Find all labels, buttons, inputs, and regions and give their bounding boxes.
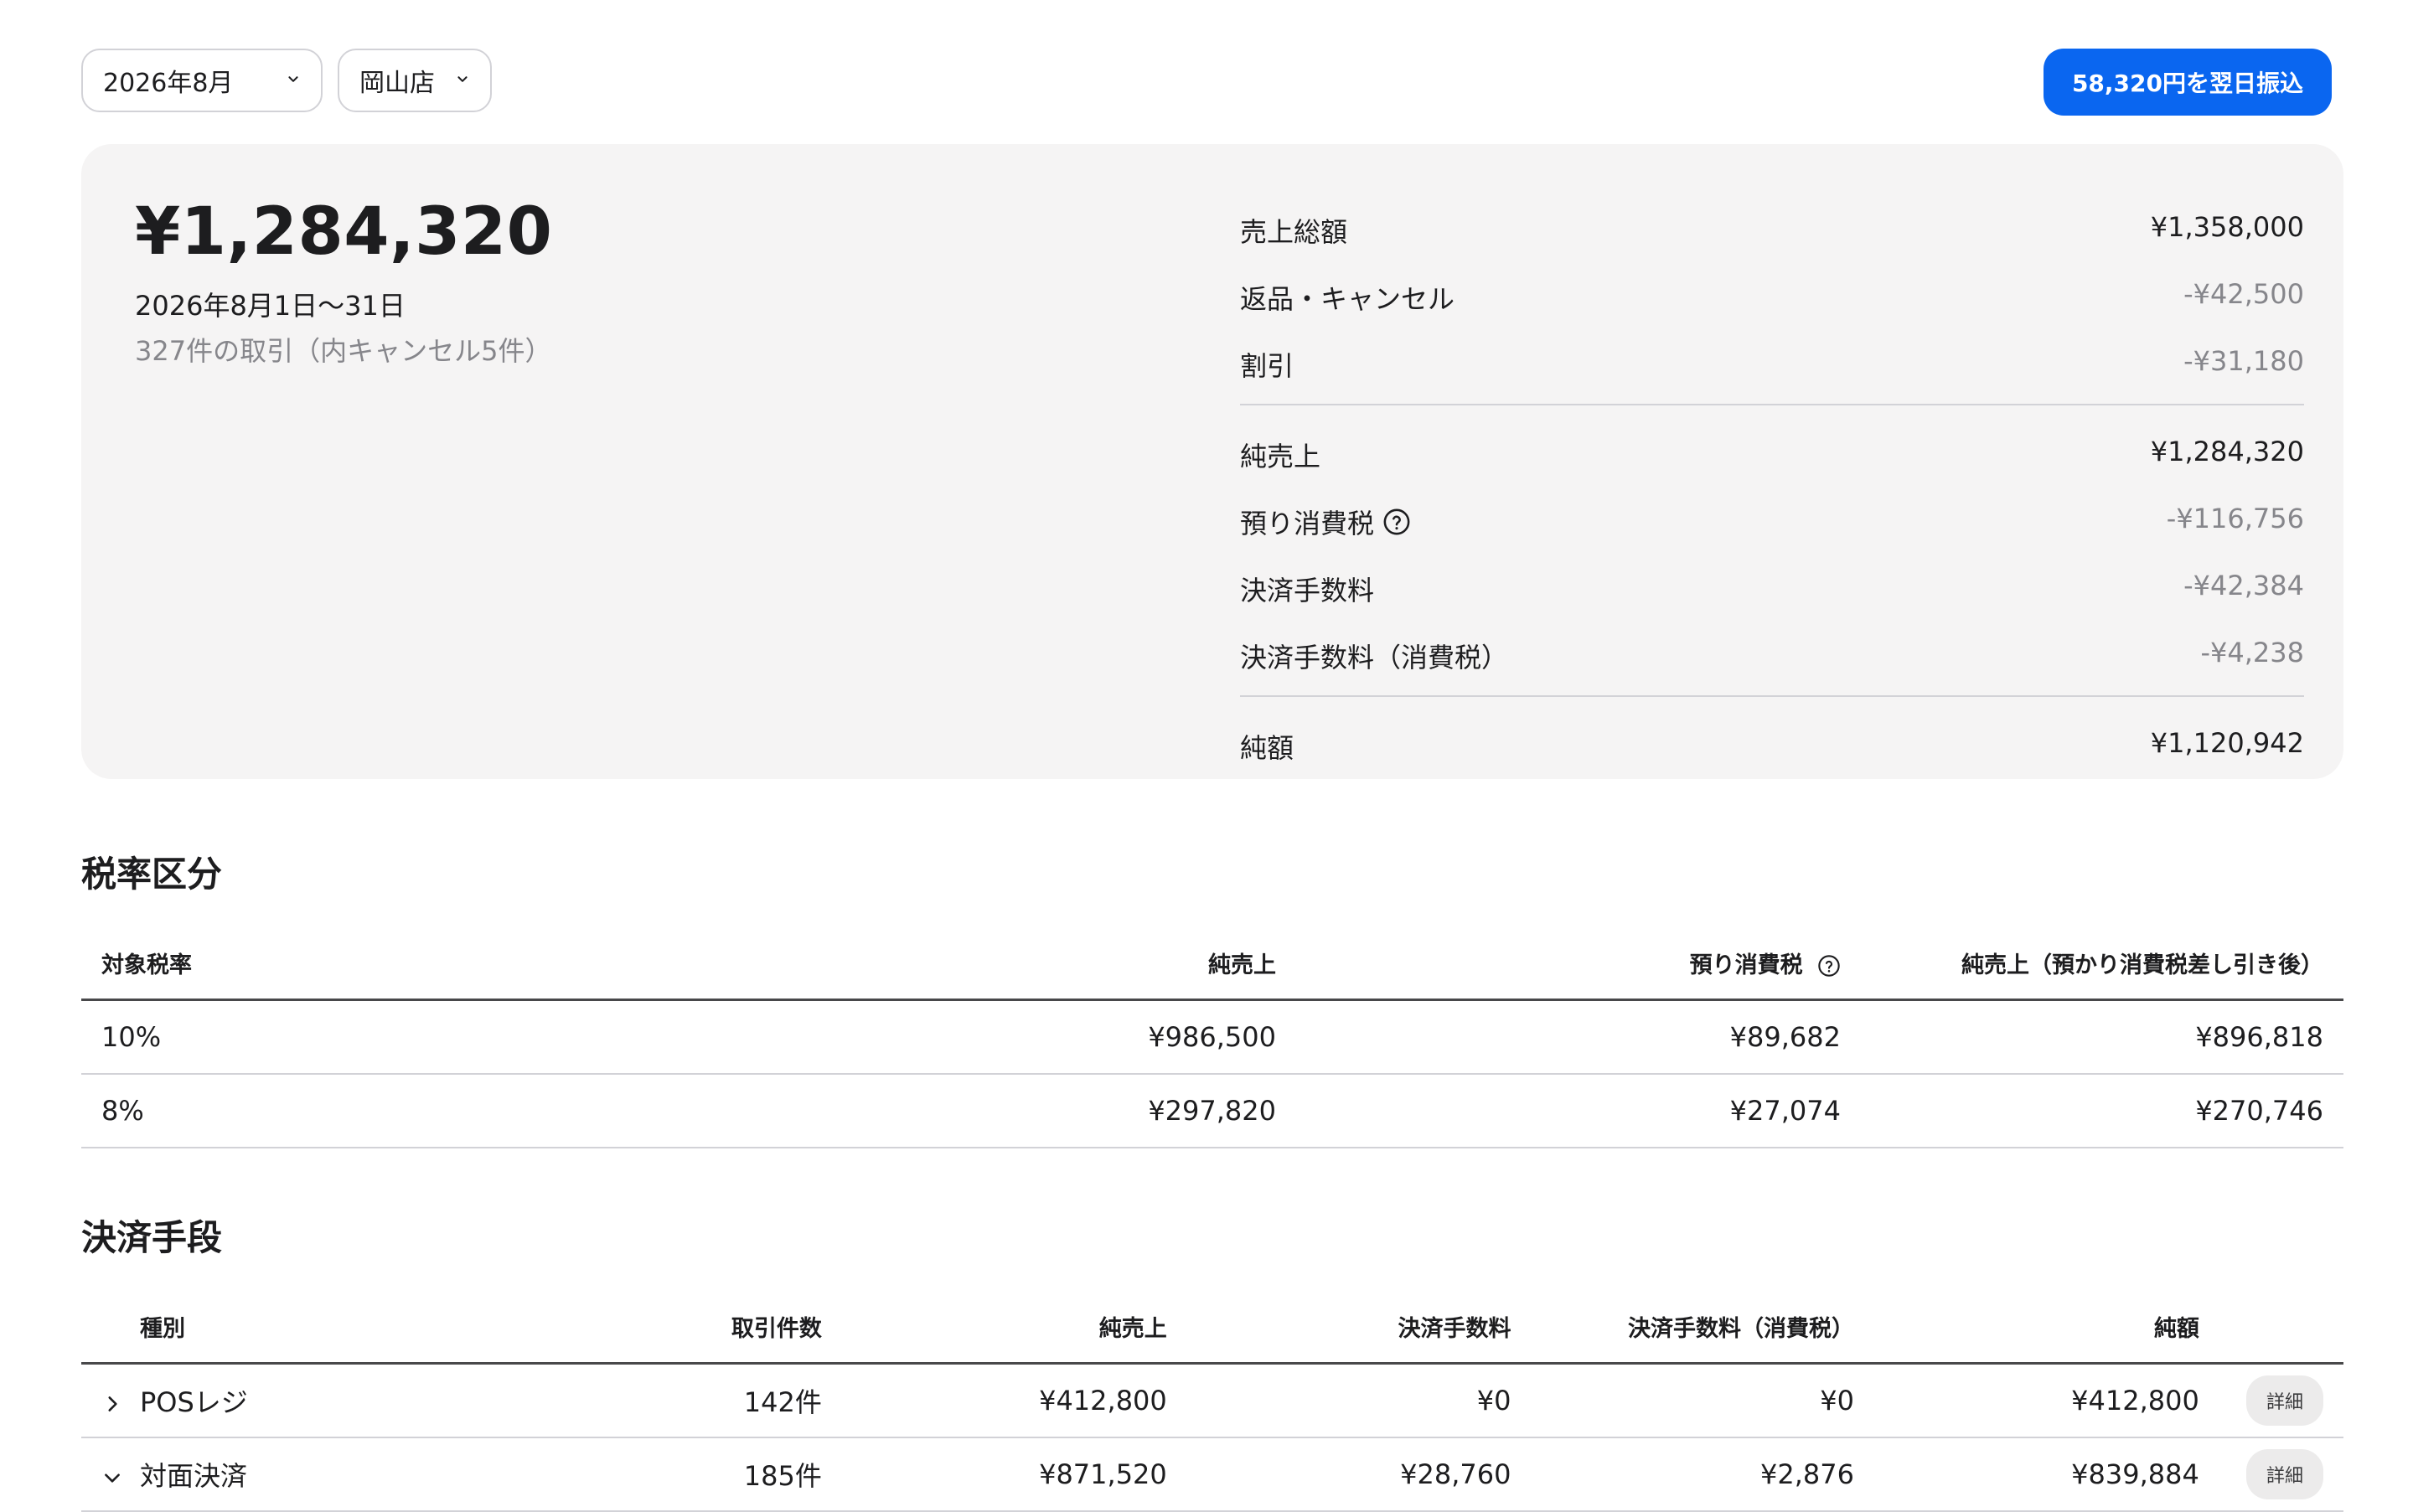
- breakdown-divider: [1240, 695, 2304, 697]
- breakdown-value: -¥116,756: [2166, 503, 2304, 534]
- breakdown-row-gross-sales: 売上総額 ¥1,358,000: [1240, 196, 2304, 263]
- table-cell: 142件: [497, 1363, 842, 1438]
- question-circle-icon[interactable]: [1382, 508, 1411, 536]
- table-cell: ¥412,800: [841, 1363, 1187, 1438]
- question-circle-icon[interactable]: [1817, 954, 1841, 978]
- table-cell-action: 詳細: [2219, 1363, 2343, 1438]
- table-header-row: 種別 取引件数 純売上 決済手数料 決済手数料（消費税） 純額: [81, 1290, 2343, 1365]
- breakdown-value: ¥1,120,942: [2150, 727, 2304, 759]
- breakdown-row-net-sales: 純売上 ¥1,284,320: [1240, 421, 2304, 488]
- table-row[interactable]: 対面決済 185件 ¥871,520 ¥28,760 ¥2,876 ¥839,8…: [81, 1437, 2343, 1512]
- sales-report-page: 2026年8月 岡山店 58,320円を翌日振込 ¥1,284,320 2026…: [0, 0, 2413, 1512]
- table-cell: ¥986,500: [458, 999, 1296, 1075]
- chevron-right-icon[interactable]: [101, 1393, 123, 1415]
- breakdown-value: ¥1,358,000: [2150, 211, 2304, 243]
- breakdown-label: 決済手数料（消費税）: [1240, 642, 1509, 673]
- column-header: 純売上: [458, 926, 1296, 1001]
- month-select-value: 2026年8月: [103, 69, 234, 98]
- table-header-row: 対象税率 純売上 預り消費税 純売上（預かり消費税差し引き後）: [81, 926, 2343, 1001]
- table-cell: ¥27,074: [1296, 1074, 1861, 1148]
- breakdown-row-returns: 返品・キャンセル -¥42,500: [1240, 263, 2304, 330]
- column-header-empty: [2219, 1290, 2343, 1365]
- payment-type-label: 対面決済: [140, 1460, 248, 1492]
- table-row: 8% ¥297,820 ¥27,074 ¥270,746: [81, 1074, 2343, 1148]
- breakdown-row-discount: 割引 -¥31,180: [1240, 330, 2304, 397]
- breakdown-label: 決済手数料: [1240, 575, 1375, 606]
- table-cell: ¥871,520: [841, 1437, 1187, 1512]
- table-cell: ¥270,746: [1861, 1074, 2343, 1148]
- table-cell: ¥0: [1186, 1363, 1532, 1438]
- report-period: 2026年8月1日〜31日: [135, 290, 406, 322]
- payment-type-cell: 対面決済: [81, 1437, 498, 1512]
- breakdown-label: 割引: [1240, 350, 1294, 382]
- detail-button[interactable]: 詳細: [2245, 1375, 2323, 1426]
- next-day-transfer-button[interactable]: 58,320円を翌日振込: [2043, 49, 2332, 116]
- payment-type-cell: POSレジ: [81, 1363, 498, 1438]
- detail-button[interactable]: 詳細: [2245, 1449, 2323, 1499]
- summary-card: ¥1,284,320 2026年8月1日〜31日 327件の取引（内キャンセル5…: [81, 144, 2343, 779]
- table-cell: 10%: [81, 999, 458, 1075]
- breakdown-row-net-amount: 純額 ¥1,120,942: [1240, 712, 2304, 779]
- breakdown-label: 返品・キャンセル: [1240, 283, 1455, 315]
- column-header: 純売上（預かり消費税差し引き後）: [1861, 926, 2343, 1001]
- table-cell: 8%: [81, 1074, 458, 1148]
- filter-bar: 2026年8月 岡山店 58,320円を翌日振込: [81, 49, 2332, 116]
- breakdown-value: ¥1,284,320: [2150, 436, 2304, 467]
- chevron-down-icon: [288, 76, 298, 82]
- payment-type-label: POSレジ: [140, 1386, 248, 1418]
- breakdown-value: -¥42,384: [2183, 570, 2304, 601]
- table-cell: ¥89,682: [1296, 999, 1861, 1075]
- column-header: 純売上: [841, 1290, 1187, 1365]
- table-row: 10% ¥986,500 ¥89,682 ¥896,818: [81, 999, 2343, 1075]
- table-cell: ¥2,876: [1531, 1437, 1874, 1512]
- table-cell: ¥896,818: [1861, 999, 2343, 1075]
- tax-rate-table: 対象税率 純売上 預り消費税 純売上（預かり消費税差し引き後） 10% ¥986…: [81, 926, 2343, 1148]
- store-select[interactable]: 岡山店: [338, 49, 492, 112]
- breakdown-value: -¥31,180: [2183, 345, 2304, 377]
- payment-method-table: 種別 取引件数 純売上 決済手数料 決済手数料（消費税） 純額 POSレジ 14…: [81, 1290, 2343, 1512]
- breakdown-value: -¥42,500: [2183, 278, 2304, 310]
- chevron-down-icon: [457, 76, 468, 82]
- table-cell: ¥412,800: [1873, 1363, 2219, 1438]
- breakdown-divider: [1240, 404, 2304, 405]
- payment-section-title: 決済手段: [81, 1217, 223, 1258]
- column-header: 種別: [81, 1290, 498, 1365]
- breakdown-value: -¥4,238: [2200, 637, 2304, 668]
- table-row[interactable]: POSレジ 142件 ¥412,800 ¥0 ¥0 ¥412,800 詳細: [81, 1363, 2343, 1438]
- breakdown-row-payment-fee: 決済手数料 -¥42,384: [1240, 555, 2304, 622]
- column-header-with-help: 預り消費税: [1296, 926, 1861, 1001]
- breakdown-label: 預り消費税: [1240, 508, 1375, 539]
- breakdown-label: 純売上: [1240, 441, 1321, 472]
- table-cell: 185件: [497, 1437, 842, 1512]
- month-select[interactable]: 2026年8月: [81, 49, 323, 112]
- store-select-value: 岡山店: [359, 69, 435, 98]
- column-header: 決済手数料（消費税）: [1531, 1290, 1874, 1365]
- table-cell-action: 詳細: [2219, 1437, 2343, 1512]
- column-header: 決済手数料: [1186, 1290, 1532, 1365]
- breakdown-row-payment-fee-tax: 決済手数料（消費税） -¥4,238: [1240, 622, 2304, 689]
- table-cell: ¥839,884: [1873, 1437, 2219, 1512]
- tax-section-title: 税率区分: [81, 854, 223, 895]
- table-cell: ¥0: [1531, 1363, 1874, 1438]
- transaction-count: 327件の取引（内キャンセル5件）: [135, 335, 552, 367]
- column-header: 預り消費税: [1689, 952, 1803, 978]
- breakdown-label-with-help: 預り消費税: [1240, 503, 1411, 541]
- chevron-down-icon[interactable]: [101, 1467, 123, 1489]
- net-sales-total: ¥1,284,320: [135, 194, 553, 270]
- breakdown-label: 売上総額: [1240, 216, 1348, 248]
- column-header: 純額: [1873, 1290, 2219, 1365]
- column-header: 対象税率: [81, 926, 458, 1001]
- summary-breakdown: 売上総額 ¥1,358,000 返品・キャンセル -¥42,500 割引 -¥3…: [1240, 196, 2304, 779]
- breakdown-label: 純額: [1240, 732, 1294, 764]
- breakdown-row-consumption-tax: 預り消費税 -¥116,756: [1240, 488, 2304, 555]
- column-header: 取引件数: [497, 1290, 842, 1365]
- table-cell: ¥297,820: [458, 1074, 1296, 1148]
- table-cell: ¥28,760: [1186, 1437, 1532, 1512]
